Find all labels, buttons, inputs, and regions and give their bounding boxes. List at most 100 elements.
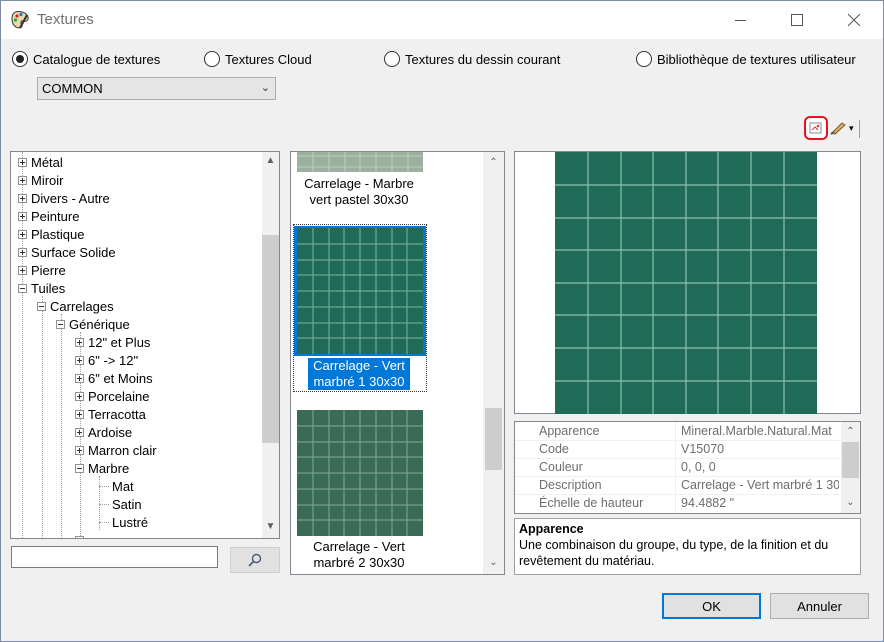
scroll-down-icon[interactable]: ▼ (262, 518, 279, 535)
radio-dot[interactable] (636, 51, 652, 67)
tree-connector (99, 521, 109, 523)
radio-dot[interactable] (204, 51, 220, 67)
texture-label-line: Carrelage - Marbre (304, 176, 414, 191)
tree-item-terracotta[interactable]: Terracotta (75, 405, 146, 423)
texture-label[interactable]: Carrelage - Vert marbré 2 30x30 (291, 539, 427, 571)
radio-cloud[interactable]: Textures Cloud (204, 49, 312, 69)
minimize-button[interactable] (714, 1, 766, 39)
cancel-button[interactable]: Annuler (770, 593, 869, 619)
texture-thumbnail-pastel[interactable] (297, 152, 423, 172)
tree-item-label: Terracotta (88, 406, 146, 422)
radio-current-drawing[interactable]: Textures du dessin courant (384, 49, 560, 69)
scroll-thumb[interactable] (262, 235, 279, 443)
expand-icon[interactable] (18, 265, 27, 275)
tree-item-mat[interactable]: Mat (99, 477, 134, 495)
texture-thumbnail-vert-marbre-1[interactable] (297, 228, 423, 354)
palette-icon (11, 11, 29, 29)
tree-item-6-less[interactable]: 6" et Moins (75, 369, 153, 387)
texture-editor-button[interactable] (804, 116, 828, 140)
expand-icon[interactable] (75, 445, 84, 455)
tree-item-lustre[interactable]: Lustré (99, 513, 148, 531)
collapse-icon[interactable] (75, 463, 84, 473)
scroll-up-icon[interactable]: ⌃ (485, 154, 502, 171)
expand-icon[interactable] (18, 157, 27, 167)
property-row[interactable]: Échelle de hauteur 94.4882 " (515, 494, 841, 512)
expand-icon[interactable] (18, 229, 27, 239)
texture-label[interactable]: Carrelage - Marbre vert pastel 30x30 (291, 176, 427, 208)
scroll-up-icon[interactable]: ▲ (262, 152, 279, 169)
tree-item-satin[interactable]: Satin (99, 495, 142, 513)
window-title: Textures (37, 11, 94, 28)
expand-icon[interactable] (75, 337, 84, 347)
tree-item-label: Peinture (31, 208, 80, 224)
expand-icon[interactable] (75, 427, 84, 437)
ok-button[interactable]: OK (662, 593, 761, 619)
tree-item-slate[interactable]: Ardoise (75, 423, 132, 441)
expand-icon[interactable] (75, 373, 84, 383)
tree-item-6-12[interactable]: 6" -> 12" (75, 351, 138, 369)
scroll-down-icon[interactable]: ⌄ (842, 494, 859, 511)
collapse-icon[interactable] (18, 283, 27, 293)
tree-item-metal[interactable]: Métal (18, 153, 63, 171)
title-bar[interactable]: Textures (1, 1, 883, 39)
tree-guide (42, 296, 43, 538)
radio-catalogue[interactable]: Catalogue de textures (12, 49, 160, 69)
tree-item-paint[interactable]: Peinture (18, 207, 79, 225)
tree-item-12-plus[interactable]: 12" et Plus (75, 333, 150, 351)
property-row[interactable]: Description Carrelage - Vert marbré 1 30x… (515, 476, 841, 494)
texture-list-scrollbar[interactable]: ⌃ ⌄ (483, 152, 504, 574)
tree-item-mirror[interactable]: Miroir (18, 171, 64, 189)
texture-label-selected[interactable]: Carrelage - Vert marbré 1 30x30 (308, 358, 410, 390)
tree-item-label: Carrelages (50, 298, 114, 314)
tree-item-label: Marron clair (88, 442, 157, 458)
tree-item-tiles[interactable]: Tuiles (18, 279, 65, 297)
scroll-thumb[interactable] (842, 442, 859, 478)
tree-scrollbar[interactable]: ▲ ▼ (262, 152, 279, 538)
tree-item-label: Plastique (31, 226, 85, 242)
property-row[interactable]: Code V15070 (515, 440, 841, 458)
texture-thumbnail-vert-marbre-2[interactable] (297, 410, 423, 536)
maximize-button[interactable] (771, 1, 823, 39)
close-button[interactable] (828, 1, 880, 39)
collapse-icon[interactable] (37, 301, 46, 311)
texture-list[interactable]: Carrelage - Marbre vert pastel 30x30 Car… (290, 151, 505, 575)
tree-item-misc[interactable]: Divers - Autre (18, 189, 110, 207)
scroll-up-icon[interactable]: ⌃ (842, 423, 859, 440)
property-row[interactable]: Couleur 0, 0, 0 (515, 458, 841, 476)
catalog-select[interactable]: COMMON ⌄ (37, 77, 276, 100)
property-row[interactable]: Apparence Mineral.Marble.Natural.Mat (515, 422, 841, 440)
expand-icon[interactable] (18, 175, 27, 185)
category-tree[interactable]: Métal Miroir Divers - Autre Peinture Pla… (10, 151, 280, 539)
scroll-down-icon[interactable]: ⌄ (485, 554, 502, 571)
properties-grid[interactable]: Apparence Mineral.Marble.Natural.Mat Code… (514, 421, 861, 514)
radio-dot-selected[interactable] (12, 51, 28, 67)
radio-user-library[interactable]: Bibliothèque de textures utilisateur (636, 49, 856, 69)
material-brush-dropdown[interactable]: ▾ (830, 118, 858, 138)
search-button[interactable] (230, 547, 280, 573)
tree-item-label: Surface Solide (31, 244, 116, 260)
radio-dot[interactable] (384, 51, 400, 67)
search-icon (248, 553, 262, 567)
search-input[interactable] (11, 546, 218, 568)
property-description: Apparence Une combinaison du groupe, du … (514, 518, 861, 575)
expand-icon[interactable] (75, 391, 84, 401)
tree-item-marble[interactable]: Marbre (75, 459, 129, 477)
expand-icon[interactable] (75, 355, 84, 365)
properties-scrollbar[interactable]: ⌃ ⌄ (841, 422, 860, 513)
toolbar-separator (859, 120, 860, 138)
tree-item-label: Ardoise (88, 424, 133, 440)
expand-icon[interactable] (18, 211, 27, 221)
collapse-icon[interactable] (56, 319, 65, 329)
tree-item-generique[interactable]: Générique (56, 315, 130, 333)
tree-item-carrelages[interactable]: Carrelages (37, 297, 114, 315)
scroll-thumb[interactable] (485, 408, 502, 470)
expand-icon[interactable] (18, 247, 27, 257)
expand-icon[interactable] (18, 193, 27, 203)
tree-connector (99, 485, 109, 487)
tree-item-porcelain[interactable]: Porcelaine (75, 387, 149, 405)
tree-item-light-brown[interactable]: Marron clair (75, 441, 157, 459)
tree-item-plastic[interactable]: Plastique (18, 225, 84, 243)
expand-icon[interactable] (75, 409, 84, 419)
tree-item-stone[interactable]: Pierre (18, 261, 66, 279)
tree-item-solid-surface[interactable]: Surface Solide (18, 243, 116, 261)
